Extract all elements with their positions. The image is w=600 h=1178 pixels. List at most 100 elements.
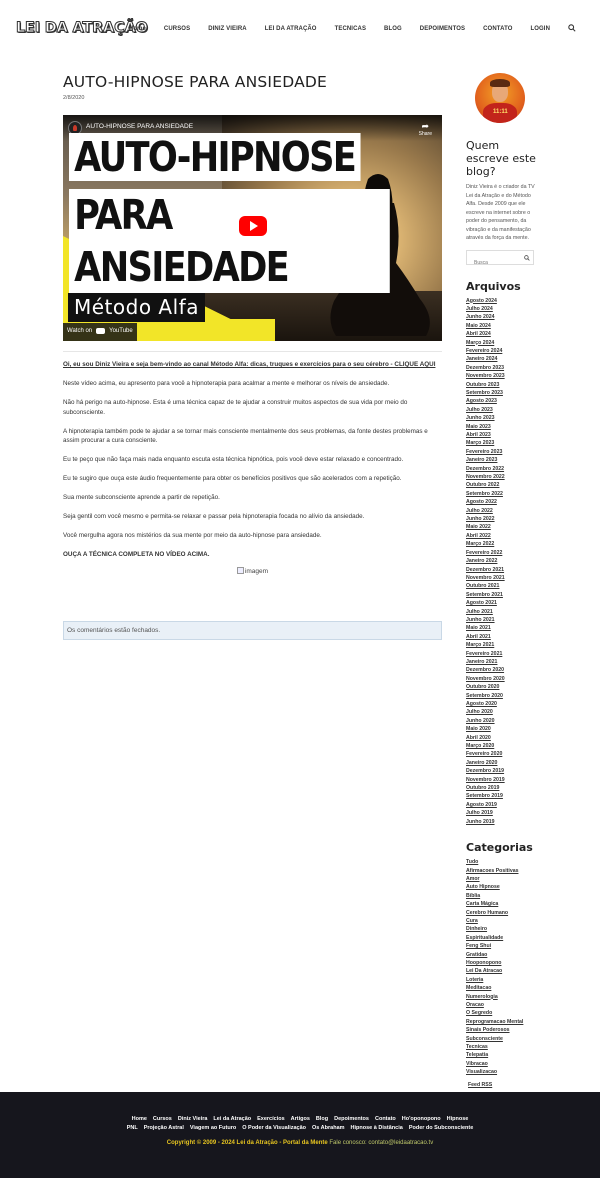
footer-link[interactable]: Viagem ao Futuro <box>190 1125 236 1131</box>
archive-link[interactable]: Setembro 2022 <box>466 490 538 498</box>
archive-link[interactable]: Dezembro 2020 <box>466 666 538 674</box>
footer-link[interactable]: PNL <box>127 1125 138 1131</box>
footer-link[interactable]: Os Abraham <box>312 1125 345 1131</box>
archive-link[interactable]: Novembro 2019 <box>466 776 538 784</box>
search-icon[interactable] <box>524 254 530 261</box>
archive-link[interactable]: Julho 2022 <box>466 507 538 515</box>
nav-login[interactable]: LOGIN <box>531 26 551 32</box>
footer-link[interactable]: Artigos <box>291 1116 310 1122</box>
footer-link[interactable]: Poder do Subconsciente <box>409 1125 473 1131</box>
archive-link[interactable]: Agosto 2022 <box>466 498 538 506</box>
category-link[interactable]: Hooponopono <box>466 959 538 967</box>
archive-link[interactable]: Novembro 2022 <box>466 473 538 481</box>
footer-link[interactable]: Depoimentos <box>334 1116 369 1122</box>
youtube-video-embed[interactable]: AUTO-HIPNOSE PARA ANSIEDADE ➦ Share AUTO… <box>63 115 442 341</box>
archive-link[interactable]: Setembro 2019 <box>466 792 538 800</box>
archive-link[interactable]: Julho 2020 <box>466 708 538 716</box>
archive-link[interactable]: Junho 2019 <box>466 818 538 826</box>
footer-link[interactable]: Projeção Astral <box>144 1125 184 1131</box>
footer-link[interactable]: Home <box>132 1116 147 1122</box>
footer-link[interactable]: Exercícios <box>257 1116 285 1122</box>
archive-link[interactable]: Janeiro 2024 <box>466 355 538 363</box>
archive-link[interactable]: Setembro 2020 <box>466 692 538 700</box>
category-link[interactable]: Meditacao <box>466 984 538 992</box>
archive-link[interactable]: Fevereiro 2022 <box>466 549 538 557</box>
category-link[interactable]: Dinheiro <box>466 925 538 933</box>
archive-link[interactable]: Fevereiro 2020 <box>466 750 538 758</box>
category-link[interactable]: Gratidao <box>466 951 538 959</box>
category-link[interactable]: O Segredo <box>466 1009 538 1017</box>
category-link[interactable]: Visualizacao <box>466 1068 538 1076</box>
footer-link[interactable]: Contato <box>375 1116 396 1122</box>
nav-depoimentos[interactable]: DEPOIMENTOS <box>420 26 465 32</box>
archive-link[interactable]: Dezembro 2022 <box>466 465 538 473</box>
archive-link[interactable]: Julho 2024 <box>466 305 538 313</box>
archive-link[interactable]: Fevereiro 2023 <box>466 448 538 456</box>
archive-link[interactable]: Outubro 2020 <box>466 683 538 691</box>
archive-link[interactable]: Fevereiro 2021 <box>466 650 538 658</box>
archive-link[interactable]: Novembro 2020 <box>466 675 538 683</box>
category-link[interactable]: Espiritualidade <box>466 934 538 942</box>
archive-link[interactable]: Janeiro 2023 <box>466 456 538 464</box>
channel-intro-link[interactable]: Oi, eu sou Diniz Vieira e seja bem-vindo… <box>63 360 442 370</box>
category-link[interactable]: Oracao <box>466 1001 538 1009</box>
archive-link[interactable]: Março 2021 <box>466 641 538 649</box>
archive-link[interactable]: Julho 2023 <box>466 406 538 414</box>
archive-link[interactable]: Junho 2024 <box>466 313 538 321</box>
archive-link[interactable]: Agosto 2019 <box>466 801 538 809</box>
archive-link[interactable]: Outubro 2019 <box>466 784 538 792</box>
archive-link[interactable]: Janeiro 2021 <box>466 658 538 666</box>
share-button[interactable]: ➦ Share <box>419 122 432 138</box>
archive-link[interactable]: Novembro 2021 <box>466 574 538 582</box>
nav-home[interactable]: Home <box>129 26 146 32</box>
archive-link[interactable]: Junho 2023 <box>466 414 538 422</box>
archive-link[interactable]: Agosto 2023 <box>466 397 538 405</box>
archive-link[interactable]: Dezembro 2023 <box>466 364 538 372</box>
nav-blog[interactable]: BLOG <box>384 26 402 32</box>
video-title[interactable]: AUTO-HIPNOSE PARA ANSIEDADE <box>86 123 193 130</box>
archive-link[interactable]: Janeiro 2020 <box>466 759 538 767</box>
category-link[interactable]: Cura <box>466 917 538 925</box>
nav-cursos[interactable]: CURSOS <box>164 26 190 32</box>
archive-link[interactable]: Julho 2021 <box>466 608 538 616</box>
category-link[interactable]: Tudo <box>466 858 538 866</box>
category-link[interactable]: Subconsciente <box>466 1035 538 1043</box>
category-link[interactable]: Reprogramacao Mental <box>466 1018 538 1026</box>
archive-link[interactable]: Agosto 2020 <box>466 700 538 708</box>
archive-link[interactable]: Dezembro 2021 <box>466 566 538 574</box>
archive-link[interactable]: Maio 2024 <box>466 322 538 330</box>
archive-link[interactable]: Agosto 2021 <box>466 599 538 607</box>
archive-link[interactable]: Agosto 2024 <box>466 297 538 305</box>
archive-link[interactable]: Fevereiro 2024 <box>466 347 538 355</box>
nav-contato[interactable]: CONTATO <box>483 26 512 32</box>
archive-link[interactable]: Março 2020 <box>466 742 538 750</box>
category-link[interactable]: Sinais Poderosos <box>466 1026 538 1034</box>
category-link[interactable]: Feng Shui <box>466 942 538 950</box>
archive-link[interactable]: Junho 2020 <box>466 717 538 725</box>
archive-link[interactable]: Abril 2024 <box>466 330 538 338</box>
category-link[interactable]: Carta Mágica <box>466 900 538 908</box>
footer-link[interactable]: Cursos <box>153 1116 172 1122</box>
category-link[interactable]: Auto Hipnose <box>466 883 538 891</box>
archive-link[interactable]: Maio 2021 <box>466 624 538 632</box>
footer-link[interactable]: Ho'oponopono <box>402 1116 441 1122</box>
feed-rss-link[interactable]: Feed RSS <box>468 1082 538 1088</box>
archive-link[interactable]: Maio 2023 <box>466 423 538 431</box>
archive-link[interactable]: Dezembro 2019 <box>466 767 538 775</box>
nav-tecnicas[interactable]: TECNICAS <box>335 26 366 32</box>
footer-link[interactable]: O Poder da Visualização <box>242 1125 306 1131</box>
archive-link[interactable]: Abril 2022 <box>466 532 538 540</box>
archive-link[interactable]: Novembro 2023 <box>466 372 538 380</box>
footer-link[interactable]: Diniz Vieira <box>178 1116 208 1122</box>
archive-link[interactable]: Junho 2021 <box>466 616 538 624</box>
archive-link[interactable]: Março 2022 <box>466 540 538 548</box>
footer-link[interactable]: Hipnose <box>447 1116 469 1122</box>
category-link[interactable]: Amor <box>466 875 538 883</box>
archive-link[interactable]: Outubro 2023 <box>466 381 538 389</box>
archive-link[interactable]: Julho 2019 <box>466 809 538 817</box>
category-link[interactable]: Afirmacoes Positivas <box>466 867 538 875</box>
category-link[interactable]: Vibracao <box>466 1060 538 1068</box>
archive-link[interactable]: Março 2024 <box>466 339 538 347</box>
archive-link[interactable]: Maio 2022 <box>466 523 538 531</box>
category-link[interactable]: Numerologia <box>466 993 538 1001</box>
